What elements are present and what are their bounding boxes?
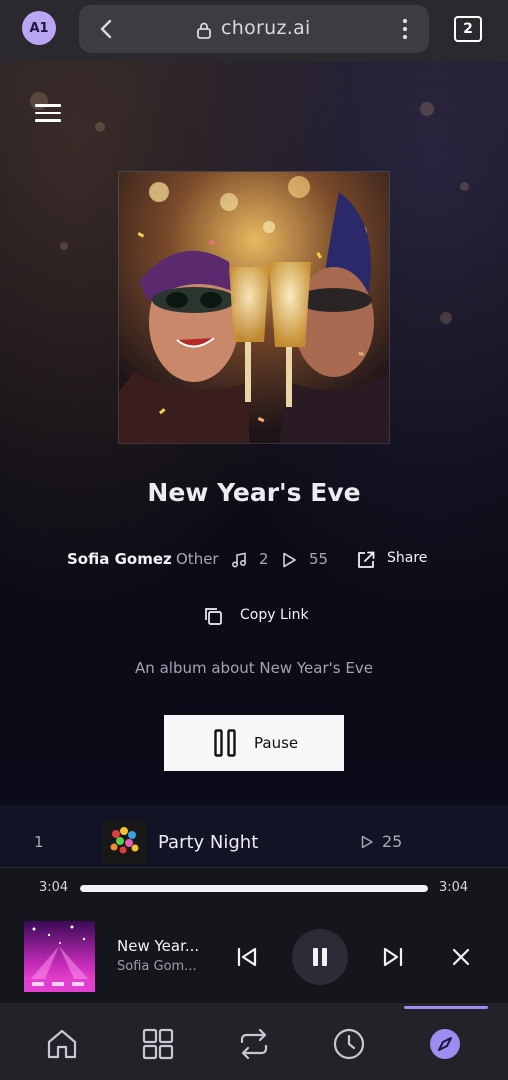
copy-link-label: Copy Link (240, 607, 309, 623)
player-pause-button[interactable] (292, 929, 348, 985)
track-thumbnail (102, 820, 146, 864)
skip-next-icon[interactable] (382, 946, 404, 968)
track-number: 1 (34, 833, 44, 851)
pause-icon (313, 948, 327, 966)
back-icon[interactable] (95, 17, 119, 41)
copy-link-button[interactable]: Copy Link (203, 604, 313, 628)
play-icon (361, 835, 373, 849)
hamburger-menu-icon[interactable] (35, 104, 61, 124)
album-meta: Sofia Gomez Other 2 55 Share (0, 550, 508, 572)
progress-fill (80, 885, 428, 892)
address-bar[interactable]: choruz.ai (79, 5, 429, 53)
progress-bar[interactable] (80, 885, 428, 892)
now-playing-bar: 3:04 3:04 New Year... Sofia Gom... (0, 867, 508, 1003)
track-title: Party Night (158, 832, 259, 853)
now-playing-title: New Year... (117, 937, 200, 955)
duration-time: 3:04 (439, 880, 469, 895)
track-row[interactable]: 1 Party Night 25 (0, 805, 508, 867)
bottom-navigation (0, 1003, 508, 1080)
album-cover-image (118, 171, 390, 444)
url-text: choruz.ai (221, 17, 311, 39)
track-play-count: 25 (382, 832, 403, 851)
share-button[interactable]: Share (387, 550, 427, 566)
play-count: 55 (309, 550, 329, 568)
pause-button[interactable]: Pause (164, 715, 344, 771)
explore-icon[interactable] (428, 1027, 462, 1061)
artist-link[interactable]: Sofia Gomez (67, 550, 172, 568)
close-icon[interactable] (451, 947, 471, 967)
browser-toolbar: A1 choruz.ai 2 (0, 0, 508, 62)
profile-avatar[interactable]: A1 (22, 11, 56, 45)
elapsed-time: 3:04 (39, 880, 69, 895)
song-count: 2 (259, 550, 269, 568)
repeat-icon[interactable] (237, 1027, 271, 1061)
play-icon (283, 552, 296, 568)
album-title: New Year's Eve (147, 478, 361, 507)
copy-icon (205, 608, 222, 625)
album-description: An album about New Year's Eve (135, 659, 373, 677)
home-icon[interactable] (45, 1027, 79, 1061)
genre-label: Other (176, 550, 219, 568)
now-playing-artist: Sofia Gom... (117, 959, 197, 974)
music-note-icon (231, 552, 247, 568)
kebab-menu-icon[interactable] (393, 17, 417, 41)
skip-previous-icon[interactable] (236, 946, 258, 968)
pause-icon (214, 729, 236, 757)
share-icon[interactable] (356, 550, 376, 570)
pause-label: Pause (254, 734, 299, 752)
active-tab-indicator (404, 1006, 488, 1009)
lock-icon (197, 22, 211, 39)
grid-icon[interactable] (141, 1027, 175, 1061)
tab-count-button[interactable]: 2 (454, 16, 482, 42)
now-playing-artwork[interactable] (24, 921, 95, 992)
history-icon[interactable] (332, 1027, 366, 1061)
